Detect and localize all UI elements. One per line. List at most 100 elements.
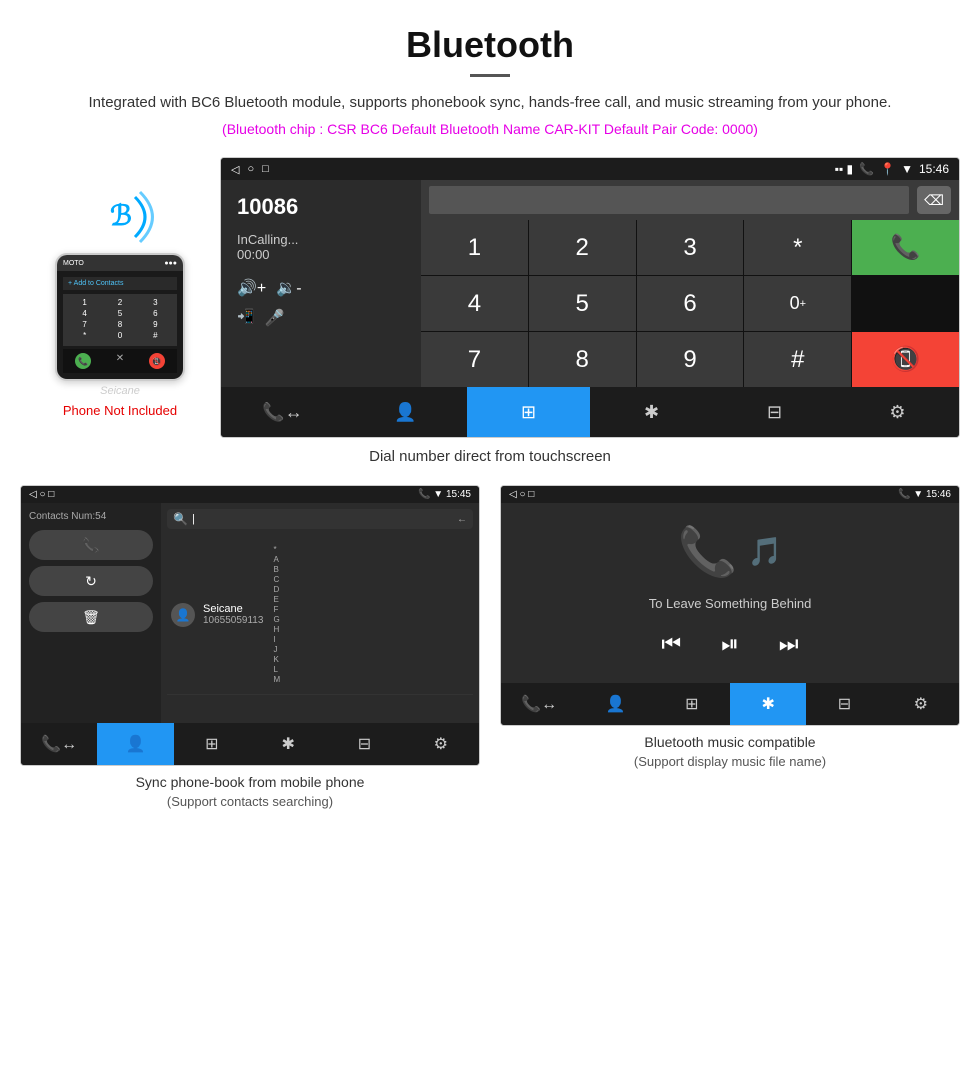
- contacts-status-icons: 📞 ▼ 15:45: [418, 489, 471, 500]
- contacts-list: 🔍 | ← 👤 Seicane 10655059113 * A: [161, 503, 479, 723]
- nav-transfer[interactable]: ⊟: [713, 387, 836, 437]
- bt-icon-m: ✱: [761, 694, 774, 714]
- contacts-nav-transfer[interactable]: ⊟: [326, 723, 402, 765]
- dialer-controls-row2: 📲 🎤: [237, 308, 405, 328]
- phone-bottom-bar: 📞 ✕ 📵: [63, 349, 177, 373]
- nav-settings[interactable]: ⚙: [836, 387, 959, 437]
- contacts-nav-dialpad[interactable]: ⊞: [174, 723, 250, 765]
- notification-icons: ▪▪ ▮: [835, 162, 853, 176]
- music-status-bar: ◁ ○ □ 📞 ▼ 15:46: [501, 486, 959, 503]
- key-star[interactable]: *: [744, 220, 851, 275]
- incalling-status: InCalling...: [237, 232, 405, 247]
- contacts-phone-icon: 📞: [418, 489, 430, 500]
- transfer-icon[interactable]: 📲: [237, 308, 254, 328]
- phone-dialpad-row-1: 1 2 3: [67, 298, 173, 307]
- refresh-button[interactable]: ↻: [29, 566, 153, 596]
- nav-dialpad[interactable]: ⊞: [467, 387, 590, 437]
- contacts-nav-contacts[interactable]: 👤: [97, 723, 173, 765]
- key-6[interactable]: 6: [637, 276, 744, 331]
- phone-dialpad-row-4: * 0 #: [67, 331, 173, 340]
- vol-down-icon[interactable]: 🔉-: [276, 278, 301, 298]
- nav-contacts[interactable]: 👤: [344, 387, 467, 437]
- music-nav-icons: ◁ ○ □: [509, 489, 534, 500]
- contact-item-seicane[interactable]: 👤 Seicane 10655059113 * A B C D E: [167, 535, 473, 695]
- key-9[interactable]: 9: [637, 332, 744, 387]
- key-1[interactable]: 1: [421, 220, 528, 275]
- nav-calls[interactable]: 📞↔: [221, 387, 344, 437]
- delete-button[interactable]: 🗑: [29, 602, 153, 632]
- phone-call-button: 📞: [75, 353, 91, 369]
- alphabet-scroll: * A B C D E F G H I J K L: [271, 541, 282, 688]
- music-nav-transfer[interactable]: ⊟: [806, 683, 882, 725]
- call-button-small[interactable]: 📞: [29, 530, 153, 560]
- contacts-time: 15:45: [446, 489, 471, 500]
- key-hash[interactable]: #: [744, 332, 851, 387]
- mic-icon[interactable]: 🎤: [264, 308, 284, 328]
- dialer-left-panel: 10086 InCalling... 00:00 🔊+ 🔉- 📲 🎤: [221, 180, 421, 387]
- contacts-icon: 👤: [394, 402, 416, 423]
- contacts-count: Contacts Num:54: [29, 511, 153, 522]
- nav-bluetooth[interactable]: ✱: [590, 387, 713, 437]
- music-icon-area: 📞 🎵: [678, 523, 783, 580]
- contacts-nav-calls[interactable]: 📞↔: [21, 723, 97, 765]
- back-icon: ◁: [231, 163, 239, 176]
- time-display: 15:46: [919, 162, 949, 176]
- contacts-screen: ◁ ○ □ 📞 ▼ 15:45 Contacts Num:54 📞 ↻ 🗑: [20, 485, 480, 766]
- music-nav-contacts[interactable]: 👤: [577, 683, 653, 725]
- key-3[interactable]: 3: [637, 220, 744, 275]
- home-icon: ○: [247, 163, 254, 175]
- music-status-icons: 📞 ▼ 15:46: [898, 489, 951, 500]
- bluetooth-nav-icon: ✱: [644, 402, 659, 423]
- play-pause-button[interactable]: ⏯: [721, 631, 739, 657]
- phone-cancel: ✕: [116, 353, 124, 369]
- header-specs: (Bluetooth chip : CSR BC6 Default Blueto…: [20, 121, 960, 137]
- music-nav-settings[interactable]: ⚙: [883, 683, 959, 725]
- main-caption-text: Dial number direct from touchscreen: [369, 448, 611, 465]
- settings-icon: ⚙: [889, 402, 905, 423]
- backspace-icon: ⌫: [924, 192, 944, 209]
- music-nav-bar: 📞↔ 👤 ⊞ ✱ ⊟ ⚙: [501, 683, 959, 725]
- contacts-nav-bt[interactable]: ✱: [250, 723, 326, 765]
- contacts-nav-bar: 📞↔ 👤 ⊞ ✱ ⊟ ⚙: [21, 723, 479, 765]
- key-4[interactable]: 4: [421, 276, 528, 331]
- input-display: [429, 186, 909, 214]
- phone-status-icon: 📞: [859, 162, 874, 176]
- location-icon: 📍: [880, 162, 895, 176]
- music-nav-dialpad[interactable]: ⊞: [654, 683, 730, 725]
- music-nav-bt[interactable]: ✱: [730, 683, 806, 725]
- music-note-icon: 🎵: [747, 535, 782, 568]
- key-5[interactable]: 5: [529, 276, 636, 331]
- contacts-icon-s: 👤: [126, 734, 146, 754]
- search-cursor: |: [192, 513, 195, 525]
- status-right: ▪▪ ▮ 📞 📍 ▼ 15:46: [835, 162, 949, 176]
- status-left: ◁ ○ □: [231, 163, 269, 176]
- contacts-status-bar: ◁ ○ □ 📞 ▼ 15:45: [21, 486, 479, 503]
- call-timer: 00:00: [237, 247, 405, 262]
- backspace-button[interactable]: ⌫: [917, 186, 951, 214]
- key-2[interactable]: 2: [529, 220, 636, 275]
- search-row: 🔍 | ←: [167, 509, 473, 529]
- end-call-button[interactable]: 📵: [852, 332, 959, 387]
- transfer-icon-s: ⊟: [358, 734, 371, 754]
- vol-up-icon[interactable]: 🔊+: [237, 278, 266, 298]
- key-8[interactable]: 8: [529, 332, 636, 387]
- numeric-keypad: 1 2 3 * 📞 4 5 6 0+ 7 8 9 # 📵: [421, 220, 959, 387]
- call-button[interactable]: 📞: [852, 220, 959, 275]
- android-status-bar: ◁ ○ □ ▪▪ ▮ 📞 📍 ▼ 15:46: [221, 158, 959, 180]
- next-track-button[interactable]: ⏭: [779, 631, 799, 657]
- music-song-title: To Leave Something Behind: [649, 596, 812, 611]
- back-arrow: ←: [457, 514, 467, 525]
- contact-phone: 10655059113: [203, 615, 263, 626]
- transfer-nav-icon: ⊟: [767, 402, 782, 423]
- title-divider: [470, 74, 510, 77]
- music-nav-calls[interactable]: 📞↔: [501, 683, 577, 725]
- prev-track-button[interactable]: ⏮: [661, 631, 681, 657]
- key-0plus[interactable]: 0+: [744, 276, 851, 331]
- key-7[interactable]: 7: [421, 332, 528, 387]
- phone-mockup: MOTO ●●● + Add to Contacts 1 2 3 4 5 6: [55, 253, 185, 381]
- main-content-area: ℬ MOTO ●●● + Add to Contacts 1 2 3 4: [0, 147, 980, 438]
- phone-dialpad-row-2: 4 5 6: [67, 309, 173, 318]
- svg-text:ℬ: ℬ: [110, 200, 132, 231]
- contacts-nav-settings[interactable]: ⚙: [403, 723, 479, 765]
- contacts-icon-m: 👤: [606, 694, 626, 714]
